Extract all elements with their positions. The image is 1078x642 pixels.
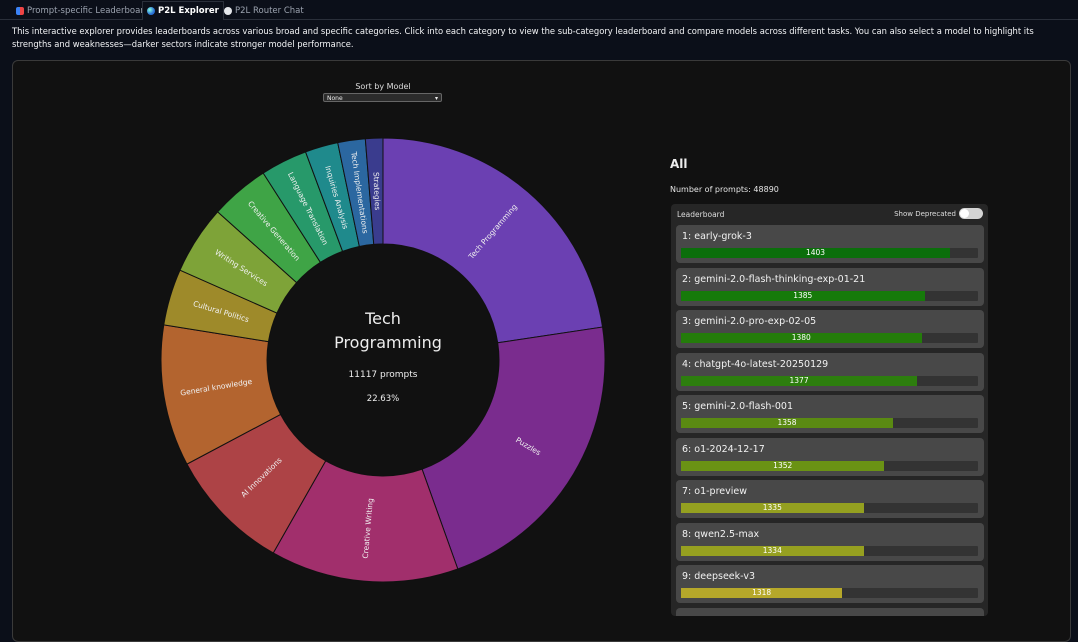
score-value: 1318 bbox=[752, 588, 772, 597]
leaderboard-item[interactable]: 1: early-grok-3 1403 bbox=[676, 225, 984, 263]
leaderboard-item[interactable]: 9: deepseek-v3 1318 bbox=[676, 565, 984, 603]
score-value: 1403 bbox=[805, 248, 826, 257]
leaderboard: Leaderboard Show Deprecated 1: early-gro… bbox=[671, 204, 988, 616]
leaderboard-item[interactable]: 6: o1-2024-12-17 1352 bbox=[676, 437, 984, 476]
model-name: 4: chatgpt-4o-latest-20250129 bbox=[682, 358, 829, 370]
center-prompt-count: 11117 prompts bbox=[349, 370, 418, 380]
show-deprecated-label: Show Deprecated bbox=[894, 210, 956, 218]
number-of-prompts: Number of prompts: 48890 bbox=[670, 185, 779, 194]
model-name: 5: gemini-2.0-flash-001 bbox=[682, 401, 793, 412]
score-bar-track: 1377 bbox=[681, 375, 978, 386]
score-value: 1380 bbox=[791, 333, 811, 342]
leaderboard-item[interactable]: 4: chatgpt-4o-latest-20250129 1377 bbox=[676, 352, 984, 391]
leaderboard-item[interactable]: 5: gemini-2.0-flash-001 1358 bbox=[676, 395, 984, 433]
model-name: 6: o1-2024-12-17 bbox=[682, 443, 765, 455]
leaderboard-title: Leaderboard bbox=[677, 210, 725, 219]
model-name: 3: gemini-2.0-pro-exp-02-05 bbox=[682, 316, 817, 327]
score-bar-track: 1385 bbox=[681, 290, 978, 301]
score-value: 1358 bbox=[777, 418, 797, 427]
center-title-line2: Programming bbox=[334, 333, 442, 352]
model-name: 7: o1-preview bbox=[682, 486, 747, 497]
model-name: 1: early-grok-3 bbox=[682, 231, 752, 242]
model-name: 9: deepseek-v3 bbox=[682, 571, 755, 582]
center-percent: 22.63% bbox=[367, 394, 399, 404]
model-name: 8: qwen2.5-max bbox=[682, 528, 760, 540]
category-sunburst[interactable]: Tech ProgrammingPuzzlesCreative WritingA… bbox=[0, 0, 660, 630]
score-bar-track: 1358 bbox=[681, 418, 978, 428]
center-title-line1: Tech bbox=[364, 309, 401, 328]
score-bar-track: 1334 bbox=[681, 545, 978, 556]
model-name: 2: gemini-2.0-flash-thinking-exp-01-21 bbox=[682, 273, 866, 285]
leaderboard-item[interactable]: 8: qwen2.5-max 1334 bbox=[676, 522, 984, 561]
score-value: 1377 bbox=[789, 375, 809, 385]
leaderboard-item[interactable]: 2: gemini-2.0-flash-thinking-exp-01-21 1… bbox=[676, 267, 984, 306]
score-bar-track: 1352 bbox=[681, 460, 978, 471]
score-bar-track: 1403 bbox=[681, 248, 978, 258]
score-value: 1335 bbox=[762, 503, 782, 512]
leaderboard-item-partial[interactable] bbox=[676, 607, 984, 616]
segment-tech-programming[interactable] bbox=[382, 137, 604, 344]
score-bar-track: 1380 bbox=[681, 333, 978, 343]
leaderboard-item[interactable]: 7: o1-preview 1335 bbox=[676, 480, 984, 518]
segment-label: Strategies bbox=[371, 172, 382, 211]
score-bar-track: 1335 bbox=[681, 503, 978, 513]
selected-category-title: All bbox=[670, 157, 688, 171]
show-deprecated-toggle[interactable] bbox=[959, 208, 983, 219]
score-bar-track: 1318 bbox=[681, 588, 978, 598]
score-value: 1352 bbox=[773, 460, 793, 470]
score-value: 1334 bbox=[762, 545, 782, 555]
leaderboard-item[interactable]: 3: gemini-2.0-pro-exp-02-05 1380 bbox=[676, 310, 984, 348]
toggle-knob bbox=[960, 209, 969, 218]
score-value: 1385 bbox=[793, 290, 813, 300]
segment-puzzles[interactable] bbox=[421, 326, 606, 570]
